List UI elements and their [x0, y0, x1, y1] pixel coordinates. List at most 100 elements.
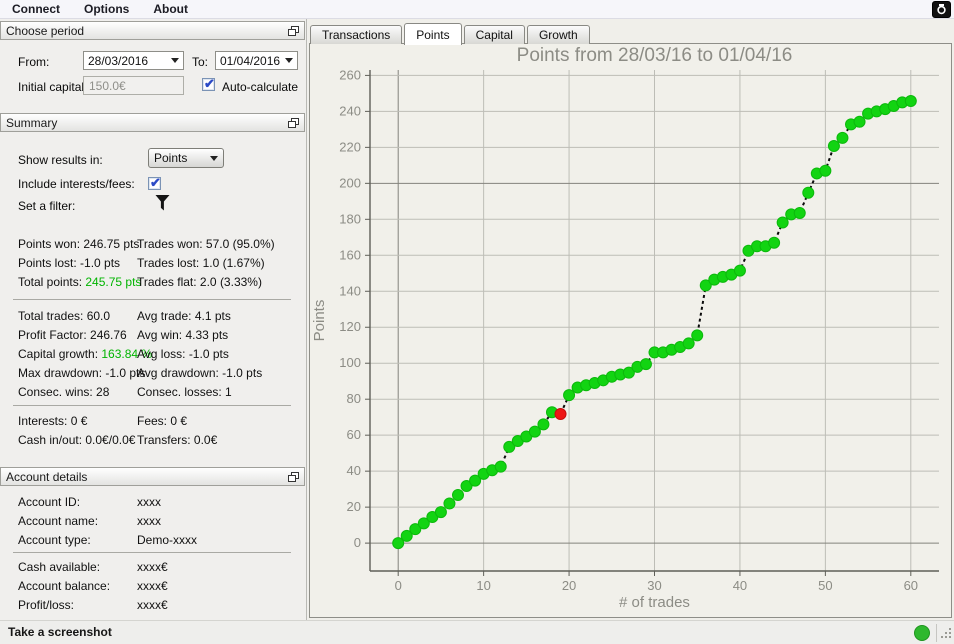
menubar: Connect Options About — [0, 0, 954, 19]
y-tick-label: 220 — [339, 139, 361, 154]
stat-text: Total points: 245.75 pts — [18, 274, 142, 289]
stat-text: Avg drawdown: -1.0 pts — [137, 365, 263, 380]
x-tick-label: 10 — [476, 578, 490, 593]
stat-value: 60.0 — [86, 308, 111, 323]
float-panel-icon[interactable] — [288, 471, 299, 482]
chart-data-point — [827, 140, 840, 153]
divider — [13, 405, 291, 406]
from-date-select[interactable]: 28/03/2016 — [83, 51, 184, 70]
stat-text: Points lost: -1.0 pts — [18, 255, 121, 270]
stat-text: Consec. wins: 28 — [18, 384, 110, 399]
stat-text: Transfers: 0.0€ — [137, 432, 218, 447]
stat-value: 0.0€ — [193, 432, 218, 447]
summary-header: Summary — [0, 113, 305, 132]
y-tick-label: 80 — [347, 391, 361, 406]
y-tick-label: 40 — [347, 463, 361, 478]
stat-text: Interests: 0 € — [18, 413, 88, 428]
x-tick-label: 0 — [395, 578, 402, 593]
stat-value: 28 — [96, 384, 110, 399]
stat-text: Max drawdown: -1.0 pts — [18, 365, 146, 380]
include-interests-checkbox[interactable]: ✔ — [148, 175, 161, 190]
stat-text: Trades lost: 1.0 (1.67%) — [137, 255, 265, 270]
stat-value: 1 — [225, 384, 232, 399]
points-chart-panel: 0 10 20 30 40 50 60 0 20 40 60 80 100 120 140 160 180 200… — [309, 43, 952, 618]
to-date-select[interactable]: 01/04/2016 — [215, 51, 298, 70]
stat-row: Consec. wins: 28 Consec. losses: 1 — [0, 382, 305, 401]
stat-value: 2.0 (3.33%) — [199, 274, 262, 289]
summary-title: Summary — [6, 115, 58, 130]
divider — [13, 552, 291, 553]
account-row-value: xxxx — [137, 494, 161, 509]
app-window: Connect Options About Choose period From… — [0, 0, 954, 644]
choose-period-header: Choose period — [0, 21, 305, 40]
y-axis-label: Points — [311, 300, 328, 342]
account-row: Account type: Demo-xxxx — [0, 530, 305, 549]
stat-value: -1.0 pts — [222, 365, 263, 380]
chart-data-point — [802, 186, 815, 199]
chart-data-point — [537, 418, 550, 431]
stat-text: Consec. losses: 1 — [137, 384, 232, 399]
account-row-label: Account ID: — [18, 494, 81, 509]
chart-data-point — [443, 497, 456, 510]
stat-value: 245.75 pts — [85, 274, 142, 289]
auto-calculate-checkbox[interactable]: ✔ — [202, 76, 215, 91]
check-icon: ✔ — [204, 76, 215, 91]
x-tick-label: 50 — [818, 578, 832, 593]
chevron-down-icon — [210, 155, 218, 161]
y-tick-label: 140 — [339, 283, 361, 298]
resize-grip-icon[interactable] — [939, 626, 952, 642]
y-tick-label: 240 — [339, 103, 361, 118]
stat-text: Cash in/out: 0.0€/0.0€ — [18, 432, 136, 447]
y-tick-label: 200 — [339, 175, 361, 190]
stat-value: 4.33 pts — [185, 327, 229, 342]
account-details-title: Account details — [6, 469, 88, 484]
stat-value: 0 € — [170, 413, 188, 428]
summary-stats-group2: Total trades: 60.0 Avg trade: 4.1 pts Prof… — [0, 306, 305, 401]
auto-calculate-label: Auto-calculate — [222, 80, 299, 94]
float-panel-icon[interactable] — [288, 25, 299, 36]
from-label: From: — [18, 55, 50, 69]
chart-data-point — [563, 389, 576, 402]
menu-item-connect[interactable]: Connect — [0, 1, 72, 18]
x-tick-label: 30 — [647, 578, 661, 593]
stat-value: 4.1 pts — [194, 308, 231, 323]
show-results-select[interactable]: Points — [148, 148, 224, 168]
stat-text: Avg trade: 4.1 pts — [137, 308, 231, 323]
chart-data-point — [682, 337, 695, 350]
account-row-label: Profit/loss: — [18, 597, 75, 612]
stat-row: Profit Factor: 246.76 Avg win: 4.33 pts — [0, 325, 305, 344]
tab-growth[interactable]: Growth — [526, 25, 590, 44]
chart-data-point — [836, 131, 849, 144]
chart-data-point — [451, 488, 464, 501]
tab-capital[interactable]: Capital — [463, 25, 525, 44]
set-filter-label: Set a filter: — [18, 199, 76, 213]
initial-capital-input[interactable]: 150.0€ — [83, 76, 184, 95]
stat-value: -1.0 pts — [188, 346, 229, 361]
stat-text: Profit Factor: 246.76 — [18, 327, 127, 342]
stat-row: Total points: 245.75 pts Trades flat: 2.0… — [0, 272, 305, 291]
stat-value: 246.75 pts — [83, 236, 140, 251]
float-panel-icon[interactable] — [288, 117, 299, 128]
tab-points[interactable]: Points — [404, 23, 462, 45]
menu-item-options[interactable]: Options — [72, 1, 141, 18]
account-row-value: xxxx — [137, 513, 161, 528]
filter-funnel-icon[interactable] — [154, 194, 171, 215]
divider — [13, 299, 291, 300]
stat-text: Trades flat: 2.0 (3.33%) — [137, 274, 262, 289]
y-tick-label: 0 — [354, 535, 361, 550]
to-label: To: — [192, 55, 209, 69]
connection-status-icon — [914, 625, 930, 641]
stat-row: Max drawdown: -1.0 pts Avg drawdown: -1.0… — [0, 363, 305, 382]
show-results-label: Show results in: — [18, 153, 103, 167]
tab-transactions[interactable]: Transactions — [310, 25, 403, 44]
chart-data-point — [776, 216, 789, 229]
stat-row: Points won: 246.75 pts Trades won: 57.0 (… — [0, 234, 305, 253]
stat-text: Avg win: 4.33 pts — [137, 327, 229, 342]
initial-capital-label: Initial capital: — [18, 80, 88, 94]
account-rows-group1: Account ID: xxxx Account name: xxxx Account … — [0, 492, 305, 549]
stat-value: -1.0 pts — [80, 255, 121, 270]
chart-data-point — [768, 236, 781, 249]
menu-item-about[interactable]: About — [141, 1, 200, 18]
x-tick-label: 60 — [904, 578, 918, 593]
camera-icon[interactable] — [932, 1, 951, 18]
